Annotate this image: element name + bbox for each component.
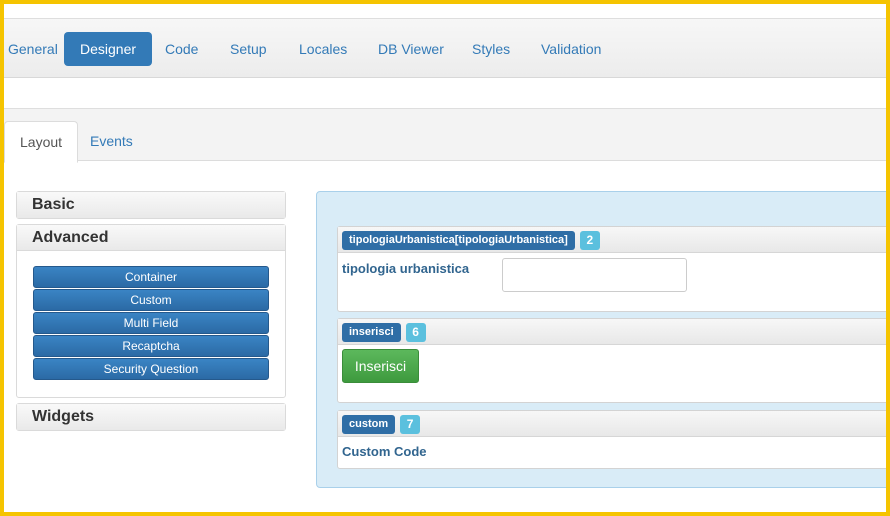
nav-general[interactable]: General <box>0 32 74 66</box>
form-field-tipologia[interactable]: tipologiaUrbanistica[tipologiaUrbanistic… <box>337 226 890 312</box>
container-button[interactable]: Container <box>33 266 269 288</box>
tab-events[interactable]: Events <box>75 121 148 162</box>
sub-tabs: Layout Events <box>4 108 886 163</box>
nav-locales[interactable]: Locales <box>283 32 363 66</box>
field-number-badge: 6 <box>405 323 426 342</box>
panel-basic: Basic <box>16 191 286 219</box>
nav-db-viewer[interactable]: DB Viewer <box>362 32 460 66</box>
nav-validation[interactable]: Validation <box>525 32 617 66</box>
design-canvas: tipologiaUrbanistica[tipologiaUrbanistic… <box>316 191 890 488</box>
field-number-badge: 2 <box>579 231 600 250</box>
field-label: tipologia urbanistica <box>342 261 470 276</box>
inserisci-button[interactable]: Inserisci <box>342 349 419 383</box>
field-header: custom 7 <box>338 411 890 437</box>
top-nav: General Designer Code Setup Locales DB V… <box>4 18 886 78</box>
form-field-inserisci[interactable]: inserisci 6 Inserisci <box>337 318 890 403</box>
custom-button[interactable]: Custom <box>33 289 269 311</box>
field-name-badge: inserisci <box>342 323 401 342</box>
custom-code-label: Custom Code <box>342 444 427 459</box>
nav-setup[interactable]: Setup <box>214 32 283 66</box>
nav-styles[interactable]: Styles <box>456 32 526 66</box>
advanced-button-list: Container Custom Multi Field Recaptcha S… <box>17 251 285 380</box>
field-name-badge: custom <box>342 415 396 434</box>
security-question-button[interactable]: Security Question <box>33 358 269 380</box>
nav-code[interactable]: Code <box>149 32 214 66</box>
form-field-custom[interactable]: custom 7 Custom Code <box>337 410 890 469</box>
panel-basic-header[interactable]: Basic <box>17 192 285 218</box>
field-name-badge: tipologiaUrbanistica[tipologiaUrbanistic… <box>342 231 575 250</box>
field-header: inserisci 6 <box>338 319 890 345</box>
field-number-badge: 7 <box>400 415 421 434</box>
panel-widgets: Widgets <box>16 403 286 431</box>
recaptcha-button[interactable]: Recaptcha <box>33 335 269 357</box>
panel-advanced: Advanced Container Custom Multi Field Re… <box>16 224 286 398</box>
tipologia-input[interactable] <box>502 258 687 292</box>
tab-layout[interactable]: Layout <box>4 121 79 163</box>
panel-advanced-header[interactable]: Advanced <box>17 225 285 251</box>
panel-widgets-header[interactable]: Widgets <box>17 404 285 430</box>
field-header: tipologiaUrbanistica[tipologiaUrbanistic… <box>338 227 890 253</box>
nav-designer[interactable]: Designer <box>64 32 153 66</box>
multi-field-button[interactable]: Multi Field <box>33 312 269 334</box>
